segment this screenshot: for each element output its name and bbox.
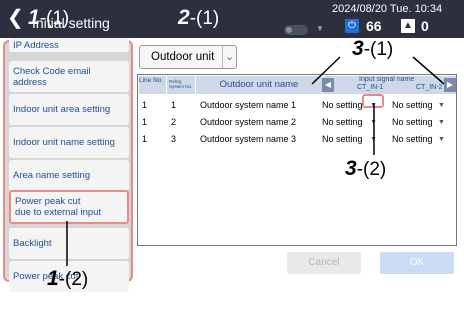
annotation-1-2: 1-(2) <box>47 267 89 290</box>
annotation-3-1: 3-(1) <box>352 37 394 60</box>
annotation-3-2: 3-(2) <box>345 157 387 180</box>
annotation-2-1: 2-(1) <box>178 6 220 29</box>
annotation-1-1: 1-(1) <box>28 6 70 29</box>
